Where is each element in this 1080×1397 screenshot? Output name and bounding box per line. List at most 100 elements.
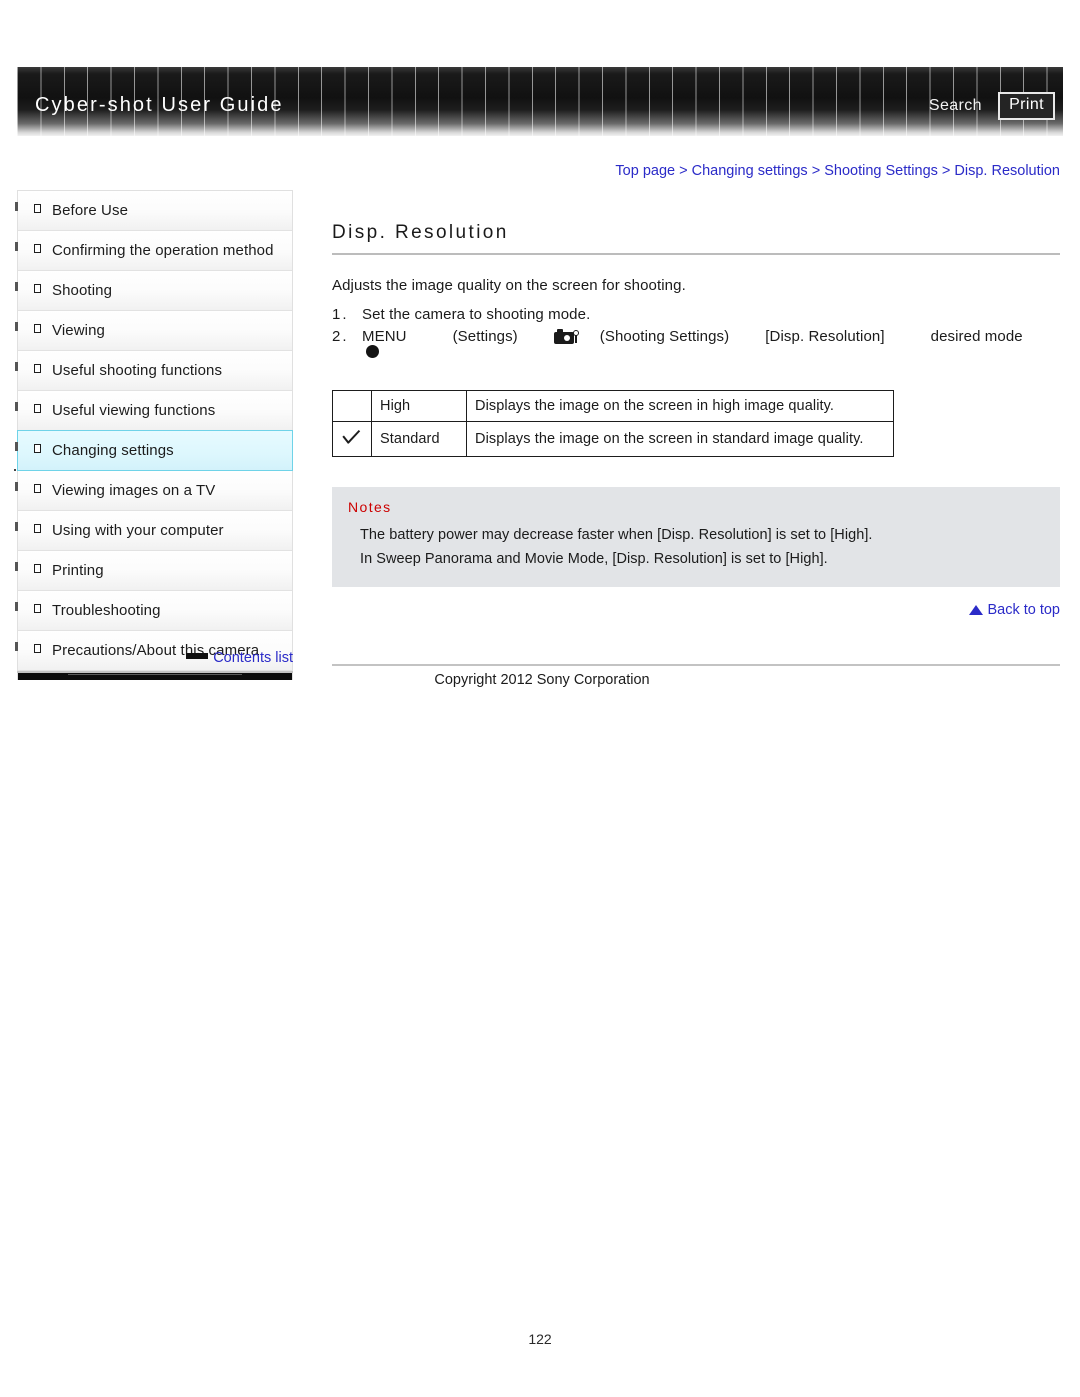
shooting-settings-label: (Shooting Settings) [599,328,730,345]
up-triangle-icon [969,605,984,615]
step-2-number: 2. [332,328,349,345]
table-cell-option-description: Displays the image on the screen in high… [466,390,894,422]
square-bullet-icon [34,244,41,253]
back-to-top-row: Back to top [332,601,1060,619]
check-mark-icon [341,428,363,446]
print-button[interactable]: Print [998,92,1055,120]
sidebar-item-label: Useful shooting functions [52,362,223,379]
desired-mode-label: desired mode [930,328,1023,345]
breadcrumb-item-changing-settings[interactable]: Changing settings [692,163,808,179]
row-tick-icon [15,602,18,611]
settings-label: (Settings) [452,328,518,345]
square-bullet-icon [34,364,41,373]
table-cell-selected-marker [332,390,372,422]
black-bar-icon [186,653,209,659]
square-bullet-icon [34,284,41,293]
options-table: High Displays the image on the screen in… [332,390,894,457]
breadcrumb-separator: > [941,163,955,179]
row-tick-icon [15,402,18,411]
table-row: High Displays the image on the screen in… [332,390,894,422]
intro-text: Adjusts the image quality on the screen … [332,277,686,294]
notes-title: Notes [348,499,392,515]
sidebar-bottom-rule [17,671,293,673]
notes-item: The battery power may decrease faster wh… [360,527,873,543]
contents-list-row: Contents list [17,649,293,667]
sidebar-item-changing-settings[interactable]: Changing settings [15,430,293,471]
breadcrumb-item-top-page[interactable]: Top page [615,163,675,179]
row-tick-icon [15,482,18,491]
row-tick-icon [15,362,18,371]
square-bullet-icon [34,444,41,453]
sidebar-item-before-use[interactable]: Before Use [15,191,292,231]
sidebar-item-viewing-images-on-a-tv[interactable]: Viewing images on a TV [15,471,292,511]
sidebar-item-label: Viewing [52,322,105,339]
table-cell-option-name: High [371,390,467,422]
sidebar-navigation: Before Use Confirming the operation meth… [15,190,293,680]
row-tick-icon [15,522,18,531]
sidebar-item-label: Troubleshooting [52,602,161,619]
sidebar-item-label: Confirming the operation method [52,242,274,259]
sidebar-bottom-dot [14,469,16,471]
sidebar-item-useful-shooting-functions[interactable]: Useful shooting functions [15,351,292,391]
app-header: Cyber-shot User Guide Search Print [17,67,1063,136]
sidebar-item-label: Before Use [52,202,129,219]
back-to-top-link[interactable]: Back to top [987,602,1060,618]
copyright-text: Copyright 2012 Sony Corporation [434,672,650,688]
square-bullet-icon [34,324,41,333]
table-cell-option-name: Standard [371,421,467,457]
search-button[interactable]: Search [929,97,982,115]
page-title: Disp. Resolution [332,222,509,243]
row-tick-icon [15,442,18,451]
step-2-body: MENU (Settings) (Shooting Settings) [Disp. … [362,328,1060,362]
row-tick-icon [15,322,18,331]
table-row: Standard Displays the image on the scree… [332,421,894,457]
square-bullet-icon [34,484,41,493]
sidebar-item-confirming-the-operation-method[interactable]: Confirming the operation method [15,231,292,271]
sidebar-item-troubleshooting[interactable]: Troubleshooting [15,591,292,631]
sidebar-item-label: Useful viewing functions [52,402,216,419]
breadcrumb-separator: > [679,163,692,179]
table-cell-option-description: Displays the image on the screen in stan… [466,421,894,457]
step-1-number: 1. [332,306,349,323]
square-bullet-icon [34,524,41,533]
app-title: Cyber-shot User Guide [35,94,284,116]
sidebar-item-label: Viewing images on a TV [52,482,216,499]
sidebar-item-label: Printing [52,562,104,579]
breadcrumb-item-disp-resolution[interactable]: Disp. Resolution [954,163,1060,179]
page-number: 122 [528,1331,552,1347]
main-content: Disp. Resolution Adjusts the image quali… [332,222,1060,619]
square-bullet-icon [34,564,41,573]
step-1: 1. Set the camera to shooting mode. [332,306,1060,323]
menu-label: MENU [362,328,407,345]
sidebar-item-label: Changing settings [52,442,174,459]
control-button-dot-icon [366,345,379,358]
disp-resolution-label: [Disp. Resolution] [765,328,885,345]
title-divider [332,253,1060,255]
sidebar-item-label: Shooting [52,282,113,299]
breadcrumb-item-shooting-settings[interactable]: Shooting Settings [824,163,938,179]
step-2: 2. MENU (Settings) (Shooting Settings) [Dis… [332,328,1060,362]
sidebar-item-printing[interactable]: Printing [15,551,292,591]
camera-icon [553,328,580,344]
sidebar-item-label: Using with your computer [52,522,224,539]
table-cell-selected-marker [332,421,372,457]
notes-item: In Sweep Panorama and Movie Mode, [Disp.… [360,551,828,567]
breadcrumb: Top page > Changing settings > Shooting … [330,163,1060,179]
row-tick-icon [15,282,18,291]
square-bullet-icon [34,404,41,413]
footer-divider [332,664,1060,666]
square-bullet-icon [34,204,41,213]
sidebar-item-using-with-your-computer[interactable]: Using with your computer [15,511,292,551]
row-tick-icon [15,242,18,251]
step-1-text: Set the camera to shooting mode. [362,306,591,323]
sidebar-item-viewing[interactable]: Viewing [15,311,292,351]
row-tick-icon [15,202,18,211]
sidebar-item-shooting[interactable]: Shooting [15,271,292,311]
square-bullet-icon [34,604,41,613]
contents-list-link[interactable]: Contents list [213,650,293,666]
sidebar-item-useful-viewing-functions[interactable]: Useful viewing functions [15,391,292,431]
row-tick-icon [15,562,18,571]
breadcrumb-separator: > [811,163,825,179]
sidebar-list: Before Use Confirming the operation meth… [15,190,293,671]
notes-box: Notes The battery power may decrease fas… [332,487,1060,587]
